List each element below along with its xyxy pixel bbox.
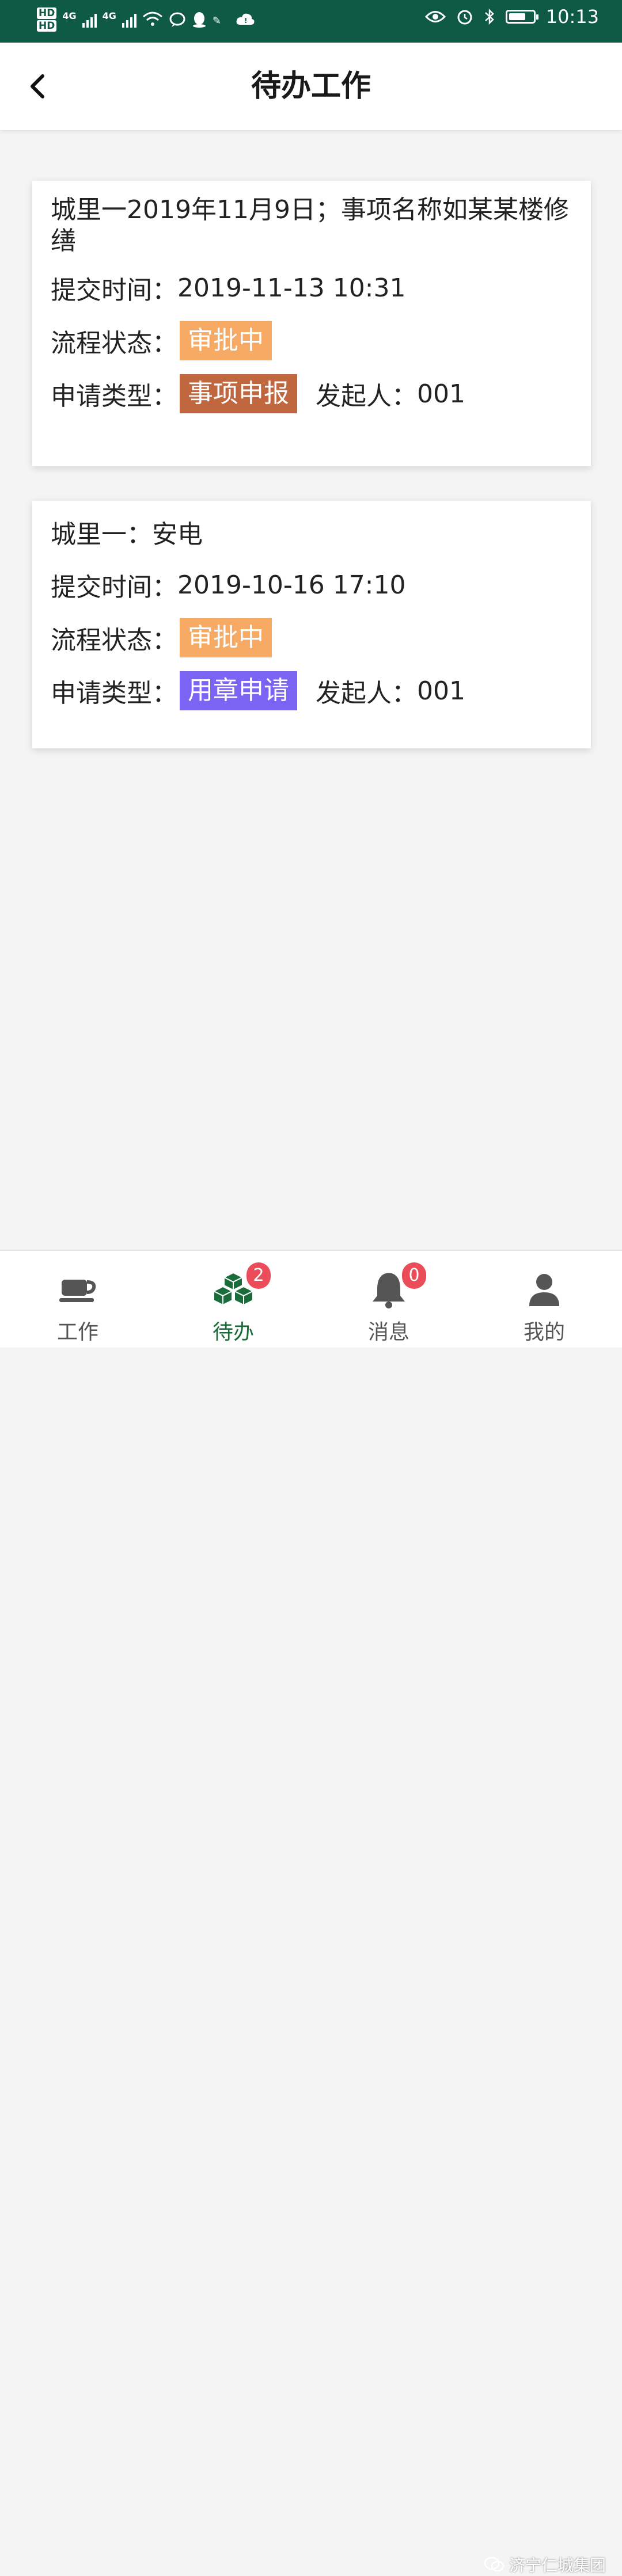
- page-title: 待办工作: [251, 69, 371, 104]
- message-icon: [169, 12, 185, 27]
- eye-icon: [424, 11, 446, 22]
- wechat-icon: [484, 2556, 505, 2572]
- status-bar: HD HD 4G 4G ✎ ! 10:13: [0, 0, 622, 43]
- submit-time-label: 提交时间：: [51, 276, 177, 305]
- qq-icon: [192, 12, 206, 28]
- status-row: 流程状态： 审批中: [51, 321, 572, 360]
- network-type-2: 4G: [102, 10, 116, 21]
- svg-text:!: !: [244, 17, 247, 25]
- task-card[interactable]: 城里一：安电 提交时间： 2019-10-16 17:10 流程状态： 审批中 …: [32, 501, 591, 748]
- initiator-value: 001: [417, 676, 465, 706]
- wifi-icon: [142, 12, 162, 26]
- nav-label: 消息: [367, 1321, 409, 1344]
- network-type-1: 4G: [62, 10, 77, 21]
- status-row: 流程状态： 审批中: [51, 618, 572, 657]
- todo-badge: 2: [246, 1262, 271, 1289]
- bottom-nav: 工作 2 待办 0 消息 我的 济宁仁城集团: [0, 1250, 622, 2575]
- message-badge: 0: [402, 1262, 426, 1289]
- status-tag: 审批中: [180, 321, 272, 360]
- status-label: 流程状态：: [51, 626, 177, 655]
- watermark: 济宁仁城集团: [484, 2553, 606, 2576]
- hd-label-2: HD: [37, 20, 57, 32]
- status-label: 流程状态：: [51, 329, 177, 358]
- nav-label: 待办: [212, 1321, 254, 1344]
- status-right: 10:13: [424, 6, 599, 28]
- task-title: 城里一：安电: [51, 520, 203, 549]
- type-tag: 用章申请: [180, 671, 297, 710]
- watermark-text: 济宁仁城集团: [509, 2556, 606, 2575]
- initiator-value: 001: [417, 379, 465, 409]
- submit-time-value: 2019-10-16 17:10: [177, 570, 406, 600]
- cloud-icon: !: [236, 13, 255, 25]
- nav-todo[interactable]: 2 待办: [156, 1251, 311, 1348]
- battery-icon: [505, 10, 538, 24]
- nav-label: 工作: [56, 1321, 98, 1344]
- type-row: 申请类型： 事项申报 发起人： 001: [51, 374, 572, 413]
- signal-icon: [82, 12, 97, 28]
- type-label: 申请类型：: [51, 382, 177, 411]
- task-title: 城里一2019年11月9日；事项名称如某某楼修缮: [51, 195, 569, 256]
- type-tag: 事项申报: [180, 374, 297, 413]
- status-left: HD HD 4G 4G ✎ !: [37, 7, 255, 32]
- type-label: 申请类型：: [51, 679, 177, 708]
- hd-label-1: HD: [37, 7, 57, 19]
- alarm-icon: [457, 10, 472, 25]
- nav-messages[interactable]: 0 消息: [311, 1251, 466, 1348]
- submit-time-row: 提交时间： 2019-11-13 10:31: [51, 269, 572, 306]
- nav-label: 我的: [523, 1321, 565, 1344]
- signal-icon-2: [122, 12, 136, 28]
- submit-time-row: 提交时间： 2019-10-16 17:10: [51, 566, 572, 603]
- user-icon: [529, 1274, 559, 1306]
- status-time: 10:13: [545, 6, 599, 28]
- status-tag: 审批中: [180, 618, 272, 657]
- submit-time-label: 提交时间：: [51, 573, 177, 602]
- hd-indicator: HD HD: [37, 7, 57, 32]
- battery-fill: [509, 13, 525, 20]
- type-row: 申请类型： 用章申请 发起人： 001: [51, 671, 572, 710]
- nav-work[interactable]: 工作: [0, 1251, 156, 1348]
- app-header: 待办工作: [0, 43, 622, 130]
- initiator-label: 发起人：: [316, 382, 417, 411]
- svg-text:✎: ✎: [213, 15, 221, 27]
- bluetooth-icon: [484, 8, 494, 25]
- coffee-cup-icon: [59, 1280, 96, 1302]
- initiator-label: 发起人：: [316, 679, 417, 708]
- app-icon: ✎: [213, 15, 221, 27]
- nav-mine[interactable]: 我的: [466, 1251, 622, 1348]
- task-card[interactable]: 城里一2019年11月9日；事项名称如某某楼修缮 提交时间： 2019-11-1…: [32, 181, 591, 466]
- submit-time-value: 2019-11-13 10:31: [177, 273, 406, 303]
